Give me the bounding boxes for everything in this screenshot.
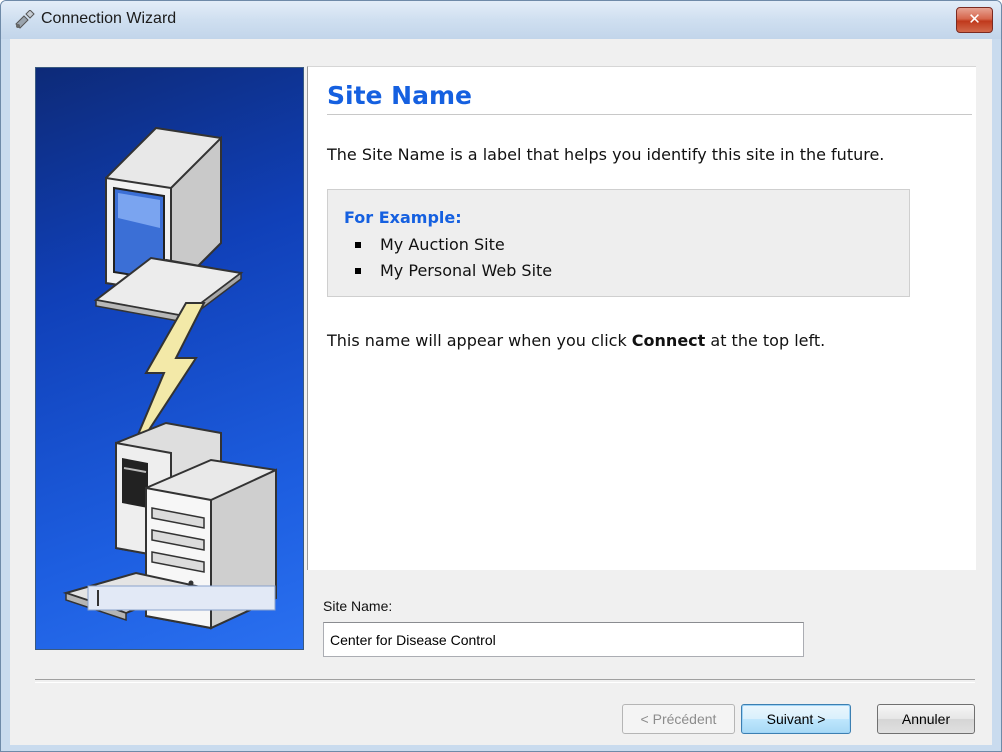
title-divider xyxy=(327,114,972,115)
example-item-label: My Personal Web Site xyxy=(380,261,553,280)
previous-button[interactable]: < Précédent xyxy=(622,704,735,734)
side-illustration-panel xyxy=(35,67,304,650)
input-bar-graphic xyxy=(87,585,276,611)
footer-separator xyxy=(35,679,975,683)
close-icon: ✕ xyxy=(968,10,981,28)
network-illustration xyxy=(62,126,277,630)
example-box: For Example: My Auction Site My Personal… xyxy=(327,189,910,297)
connection-wizard-window: Connection Wizard ✕ Site Name The Site N… xyxy=(0,0,1002,752)
example-item: My Personal Web Site xyxy=(355,261,553,280)
wizard-body: Site Name The Site Name is a label that … xyxy=(10,39,992,745)
monitor-graphic xyxy=(93,126,244,324)
connect-note: This name will appear when you click Con… xyxy=(327,331,825,350)
site-name-input[interactable] xyxy=(323,622,804,657)
example-item-label: My Auction Site xyxy=(380,235,505,254)
window-title: Connection Wizard xyxy=(41,10,177,27)
connection-wizard-icon xyxy=(15,10,35,29)
bullet-icon xyxy=(355,242,361,248)
wizard-content-panel: Site Name The Site Name is a label that … xyxy=(307,66,976,570)
cancel-button[interactable]: Annuler xyxy=(877,704,975,734)
example-heading: For Example: xyxy=(344,208,462,227)
title-bar[interactable]: Connection Wizard ✕ xyxy=(1,1,1001,39)
next-button[interactable]: Suivant > xyxy=(741,704,851,734)
close-button[interactable]: ✕ xyxy=(956,7,993,33)
note-text-end: at the top left. xyxy=(705,331,826,350)
example-item: My Auction Site xyxy=(355,235,505,254)
page-title: Site Name xyxy=(327,81,472,110)
site-name-label: Site Name: xyxy=(323,598,393,614)
note-connect-emphasis: Connect xyxy=(631,331,706,350)
page-description: The Site Name is a label that helps you … xyxy=(327,145,885,164)
bullet-icon xyxy=(355,268,361,274)
note-text: This name will appear when you click xyxy=(327,331,632,350)
